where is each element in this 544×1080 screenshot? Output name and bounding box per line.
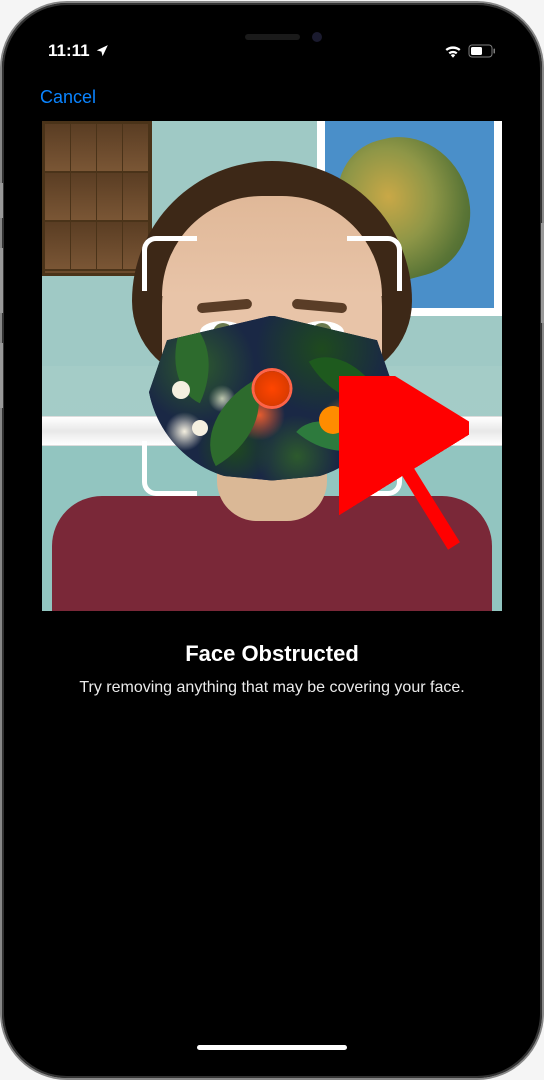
volume-down-button[interactable] — [0, 343, 3, 408]
face-mask — [147, 316, 397, 481]
screen: 11:11 — [20, 21, 524, 1060]
notch — [157, 21, 387, 53]
message-title: Face Obstructed — [60, 641, 484, 667]
iphone-device-frame: 11:11 — [2, 3, 542, 1078]
message-area: Face Obstructed Try removing anything th… — [20, 641, 524, 699]
wifi-icon — [444, 44, 462, 58]
status-time: 11:11 — [48, 41, 90, 61]
message-subtitle: Try removing anything that may be coveri… — [60, 677, 484, 699]
person-shirt — [52, 496, 492, 611]
location-icon — [95, 44, 109, 58]
battery-icon — [468, 44, 496, 58]
status-right — [444, 44, 496, 58]
nav-bar: Cancel — [20, 76, 524, 120]
front-camera — [312, 32, 322, 42]
cancel-button[interactable]: Cancel — [40, 87, 96, 108]
home-indicator[interactable] — [197, 1045, 347, 1050]
mute-switch[interactable] — [0, 183, 3, 218]
person-in-preview — [82, 161, 462, 611]
camera-preview — [42, 121, 502, 611]
status-left: 11:11 — [48, 41, 109, 61]
left-side-buttons — [0, 183, 3, 438]
speaker — [245, 34, 300, 40]
volume-up-button[interactable] — [0, 248, 3, 313]
